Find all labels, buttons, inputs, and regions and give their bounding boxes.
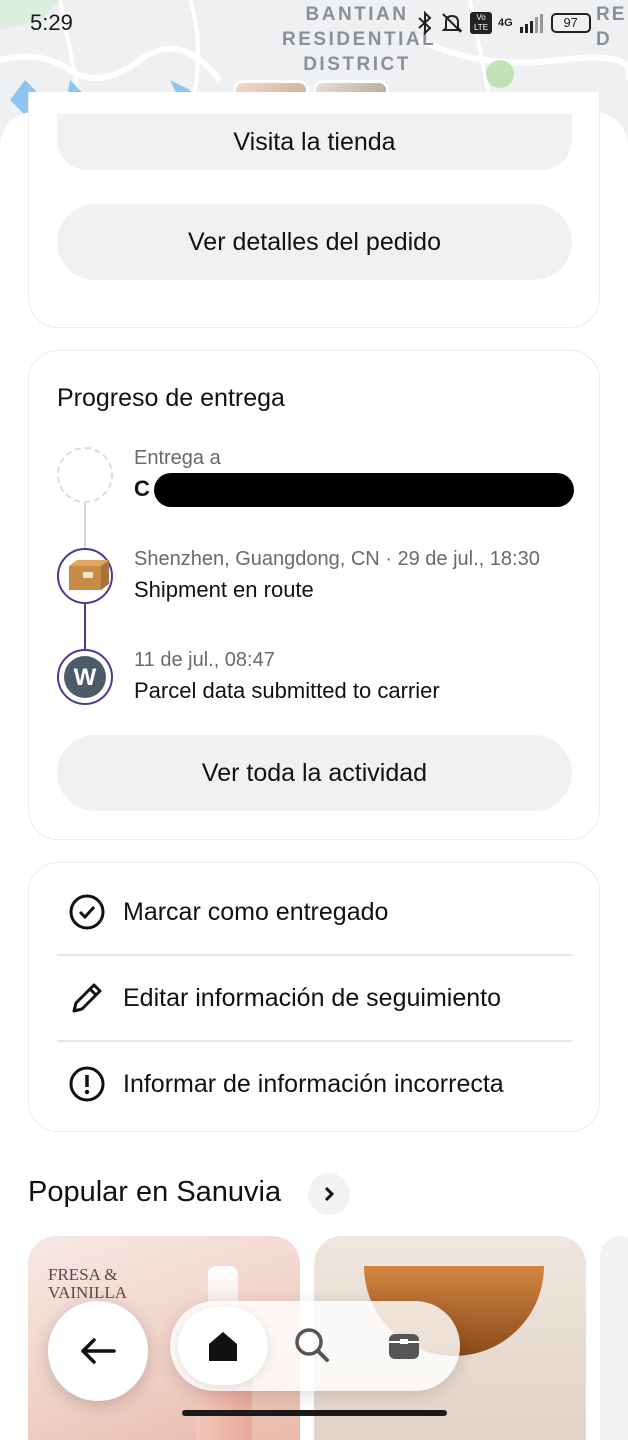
bottom-nav xyxy=(170,1301,460,1391)
carrier-logo-icon: W xyxy=(57,649,113,705)
back-arrow-icon xyxy=(81,1338,116,1364)
delivery-progress-card: Progreso de entrega Entrega a C Shenzhen… xyxy=(28,350,600,840)
pencil-icon xyxy=(67,978,107,1018)
network-label: 4G xyxy=(498,17,513,29)
tracking-actions-card: Marcar como entregado Editar información… xyxy=(28,862,600,1132)
timeline-step-main: C xyxy=(134,476,150,502)
order-actions-card: Visita la tienda Ver detalles del pedido xyxy=(28,92,600,328)
popular-see-more-button[interactable] xyxy=(308,1173,350,1215)
svg-text:W: W xyxy=(74,664,97,691)
back-button[interactable] xyxy=(48,1301,148,1401)
status-icons: Vo LTE 4G 97 xyxy=(416,10,591,36)
edit-tracking-action[interactable]: Editar información de seguimiento xyxy=(57,955,572,1041)
home-icon xyxy=(209,1332,237,1361)
chevron-right-icon xyxy=(324,1186,335,1202)
timeline-step: Entrega a C xyxy=(57,447,577,507)
home-indicator xyxy=(182,1410,447,1416)
timeline-step: Shenzhen, Guangdong, CN · 29 de jul., 18… xyxy=(57,548,577,608)
nav-home-button[interactable] xyxy=(178,1307,268,1385)
check-circle-icon xyxy=(67,892,107,932)
action-label: Informar de información incorrecta xyxy=(123,1069,504,1098)
product-brand-text: FRESA & VAINILLA xyxy=(48,1265,128,1302)
timeline-step-main: Shipment en route xyxy=(134,577,314,602)
timeline-step-main: Parcel data submitted to carrier xyxy=(134,678,440,703)
bluetooth-icon xyxy=(418,11,432,35)
visit-store-button[interactable]: Visita la tienda xyxy=(57,114,572,170)
product-card[interactable] xyxy=(600,1236,628,1440)
order-sheet: Visita la tienda Ver detalles del pedido… xyxy=(0,92,628,1440)
mark-delivered-action[interactable]: Marcar como entregado xyxy=(57,869,572,955)
exclamation-circle-icon xyxy=(67,1064,107,1104)
destination-icon xyxy=(57,447,113,503)
redacted-address xyxy=(154,473,574,507)
search-icon xyxy=(295,1328,329,1362)
timeline-step-sub: Entrega a xyxy=(134,447,221,469)
orders-icon xyxy=(389,1334,419,1359)
action-label: Editar información de seguimiento xyxy=(123,983,501,1012)
popular-section-title: Popular en Sanuvia xyxy=(28,1176,282,1208)
timeline-step-sub: 11 de jul., 08:47 xyxy=(134,649,275,671)
battery-icon: 97 xyxy=(550,13,591,33)
timeline-line xyxy=(84,501,86,549)
timeline-line xyxy=(84,603,86,651)
action-label: Marcar como entregado xyxy=(123,897,389,926)
view-all-activity-button[interactable]: Ver toda la actividad xyxy=(57,735,572,811)
bell-off-icon xyxy=(441,13,463,33)
status-bar: 5:29 Vo LTE 4G 97 xyxy=(0,0,628,48)
delivery-progress-title: Progreso de entrega xyxy=(57,384,285,412)
signal-icon xyxy=(519,14,543,33)
volte-badge: Vo LTE xyxy=(470,12,492,34)
recipient-initial: C xyxy=(134,476,150,501)
order-details-button[interactable]: Ver detalles del pedido xyxy=(57,204,572,280)
nav-orders-button[interactable] xyxy=(382,1323,426,1367)
package-icon xyxy=(57,548,113,604)
timeline-step: W 11 de jul., 08:47 Parcel data submitte… xyxy=(57,649,577,709)
timeline-step-sub: Shenzhen, Guangdong, CN · 29 de jul., 18… xyxy=(134,548,540,570)
nav-search-button[interactable] xyxy=(290,1323,334,1367)
report-incorrect-action[interactable]: Informar de información incorrecta xyxy=(57,1041,572,1127)
status-time: 5:29 xyxy=(30,10,73,35)
